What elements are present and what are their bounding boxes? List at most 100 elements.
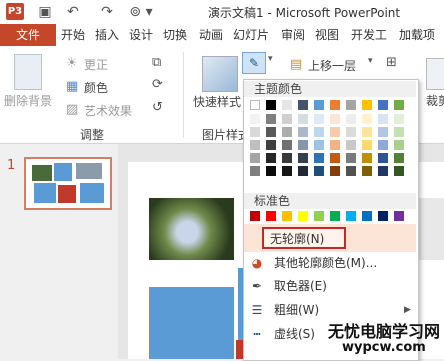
bring-forward-button[interactable]: 上移一层 bbox=[308, 57, 356, 74]
theme-color-swatch[interactable] bbox=[378, 140, 388, 150]
tab-design[interactable]: 设计 bbox=[126, 24, 156, 46]
theme-color-swatch[interactable] bbox=[250, 153, 260, 163]
standard-color-swatch[interactable] bbox=[378, 211, 388, 221]
corrections-button[interactable]: 更正 bbox=[84, 56, 108, 73]
tab-file[interactable]: 文件 bbox=[0, 24, 56, 46]
theme-color-swatch[interactable] bbox=[314, 153, 324, 163]
theme-color-swatch[interactable] bbox=[330, 153, 340, 163]
standard-color-swatch[interactable] bbox=[250, 211, 260, 221]
crop-icon[interactable] bbox=[426, 58, 444, 90]
compress-pictures-icon[interactable]: ⧉ bbox=[152, 56, 161, 70]
customize-icon[interactable]: ⊚ ▾ bbox=[126, 3, 156, 21]
theme-color-swatch[interactable] bbox=[266, 100, 276, 110]
theme-color-swatch[interactable] bbox=[330, 140, 340, 150]
artistic-effects-button[interactable]: 艺术效果 bbox=[84, 102, 132, 119]
theme-color-swatch[interactable] bbox=[346, 153, 356, 163]
theme-color-swatch[interactable] bbox=[298, 127, 308, 137]
theme-color-swatch[interactable] bbox=[250, 114, 260, 124]
theme-color-swatch[interactable] bbox=[298, 166, 308, 176]
theme-color-swatch[interactable] bbox=[250, 166, 260, 176]
align-icon[interactable]: ⊞ bbox=[386, 56, 397, 70]
theme-color-swatch[interactable] bbox=[266, 166, 276, 176]
theme-color-swatch[interactable] bbox=[362, 153, 372, 163]
chevron-down-icon[interactable]: ▾ bbox=[368, 56, 373, 66]
tab-addins[interactable]: 加载项 bbox=[396, 24, 438, 46]
crop-button[interactable]: 裁剪 bbox=[426, 92, 444, 109]
theme-color-swatch[interactable] bbox=[394, 127, 404, 137]
standard-color-swatch[interactable] bbox=[346, 211, 356, 221]
theme-color-swatch[interactable] bbox=[282, 127, 292, 137]
remove-background-button[interactable]: 删除背景 bbox=[4, 92, 52, 109]
tab-slideshow[interactable]: 幻灯片 bbox=[230, 24, 272, 46]
quick-styles-button[interactable]: 快速样式 bbox=[193, 93, 241, 110]
theme-color-swatch[interactable] bbox=[394, 140, 404, 150]
theme-color-swatch[interactable] bbox=[362, 140, 372, 150]
blue-rectangle[interactable] bbox=[149, 287, 234, 359]
theme-color-swatch[interactable] bbox=[362, 127, 372, 137]
theme-color-swatch[interactable] bbox=[394, 100, 404, 110]
theme-color-swatch[interactable] bbox=[394, 153, 404, 163]
tab-home[interactable]: 开始 bbox=[58, 24, 88, 46]
theme-color-swatch[interactable] bbox=[378, 153, 388, 163]
redo-icon[interactable]: ↷ bbox=[98, 3, 116, 21]
theme-color-swatch[interactable] bbox=[378, 114, 388, 124]
theme-color-swatch[interactable] bbox=[362, 166, 372, 176]
tab-animations[interactable]: 动画 bbox=[196, 24, 226, 46]
theme-color-swatch[interactable] bbox=[282, 153, 292, 163]
chevron-down-icon[interactable]: ▾ bbox=[268, 54, 273, 64]
theme-color-swatch[interactable] bbox=[346, 114, 356, 124]
eyedropper-item[interactable]: ✒ 取色器(E) bbox=[244, 276, 416, 297]
theme-color-swatch[interactable] bbox=[282, 114, 292, 124]
standard-color-swatch[interactable] bbox=[298, 211, 308, 221]
theme-color-swatch[interactable] bbox=[330, 127, 340, 137]
theme-color-swatch[interactable] bbox=[298, 140, 308, 150]
theme-color-swatch[interactable] bbox=[282, 140, 292, 150]
theme-color-swatch[interactable] bbox=[282, 100, 292, 110]
theme-color-swatch[interactable] bbox=[298, 100, 308, 110]
powerpoint-app-icon[interactable]: P3 bbox=[6, 3, 24, 20]
theme-color-swatch[interactable] bbox=[330, 100, 340, 110]
slide-thumbnail[interactable] bbox=[24, 157, 112, 210]
change-picture-icon[interactable]: ⟳ bbox=[152, 78, 163, 92]
theme-color-swatch[interactable] bbox=[330, 166, 340, 176]
flower-photo[interactable] bbox=[149, 198, 234, 260]
more-outline-colors-item[interactable]: ◕ 其他轮廓颜色(M)... bbox=[244, 253, 416, 274]
theme-color-swatch[interactable] bbox=[250, 100, 260, 110]
standard-color-swatch[interactable] bbox=[330, 211, 340, 221]
theme-color-swatch[interactable] bbox=[314, 166, 324, 176]
tab-transitions[interactable]: 切换 bbox=[160, 24, 190, 46]
undo-icon[interactable]: ↶ bbox=[64, 3, 82, 21]
tab-developer[interactable]: 开发工 bbox=[348, 24, 390, 46]
theme-color-swatch[interactable] bbox=[266, 140, 276, 150]
theme-color-swatch[interactable] bbox=[250, 127, 260, 137]
standard-color-swatch[interactable] bbox=[314, 211, 324, 221]
theme-color-swatch[interactable] bbox=[394, 114, 404, 124]
theme-color-swatch[interactable] bbox=[298, 153, 308, 163]
theme-color-swatch[interactable] bbox=[314, 100, 324, 110]
reset-picture-icon[interactable]: ↺ bbox=[152, 101, 163, 115]
standard-color-swatch[interactable] bbox=[362, 211, 372, 221]
theme-color-swatch[interactable] bbox=[266, 127, 276, 137]
theme-color-swatch[interactable] bbox=[362, 100, 372, 110]
remove-background-icon[interactable] bbox=[14, 54, 42, 90]
theme-color-swatch[interactable] bbox=[346, 100, 356, 110]
theme-color-swatch[interactable] bbox=[346, 127, 356, 137]
theme-color-swatch[interactable] bbox=[378, 127, 388, 137]
color-button[interactable]: 颜色 bbox=[84, 79, 108, 96]
theme-color-swatch[interactable] bbox=[266, 114, 276, 124]
picture-border-icon[interactable]: ✎ bbox=[242, 52, 266, 74]
theme-color-swatch[interactable] bbox=[346, 166, 356, 176]
theme-color-swatch[interactable] bbox=[314, 127, 324, 137]
theme-color-swatch[interactable] bbox=[378, 100, 388, 110]
theme-color-swatch[interactable] bbox=[362, 114, 372, 124]
theme-color-swatch[interactable] bbox=[330, 114, 340, 124]
theme-color-swatch[interactable] bbox=[266, 153, 276, 163]
standard-color-swatch[interactable] bbox=[282, 211, 292, 221]
quick-styles-icon[interactable] bbox=[202, 56, 238, 92]
theme-color-swatch[interactable] bbox=[314, 114, 324, 124]
theme-color-swatch[interactable] bbox=[298, 114, 308, 124]
tab-insert[interactable]: 插入 bbox=[92, 24, 122, 46]
standard-color-swatch[interactable] bbox=[266, 211, 276, 221]
theme-color-swatch[interactable] bbox=[314, 140, 324, 150]
save-icon[interactable]: ▣ bbox=[36, 3, 54, 21]
